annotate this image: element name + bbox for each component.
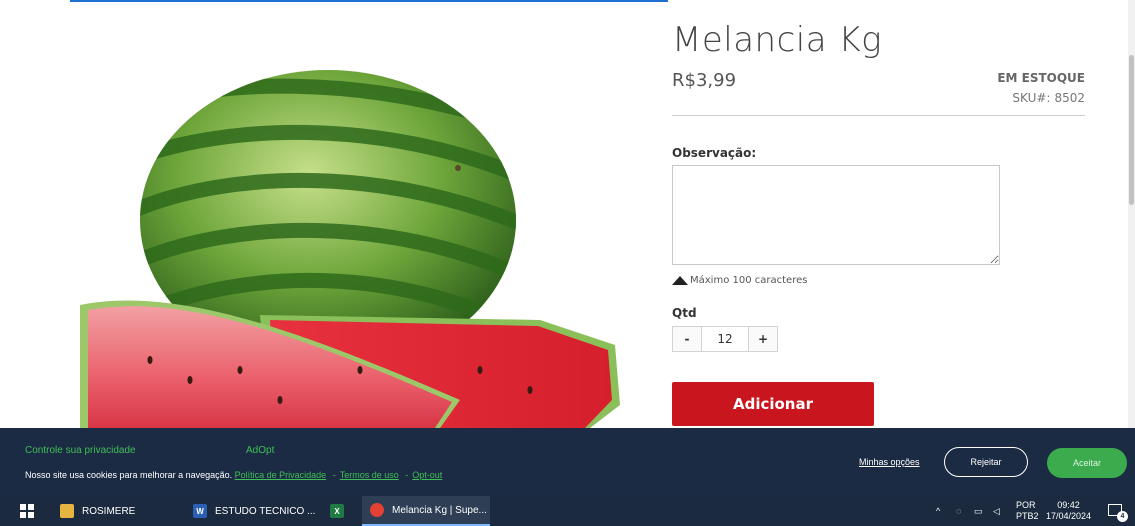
cookie-brand: AdOpt: [246, 445, 275, 456]
scrollbar-thumb[interactable]: [1129, 55, 1134, 205]
reject-button[interactable]: Rejeitar: [944, 447, 1028, 477]
triangle-up-icon: [672, 275, 688, 285]
network-icon[interactable]: ▭: [974, 496, 983, 526]
taskbar-item-label: Melancia Kg | Supe...: [392, 504, 487, 516]
language-indicator[interactable]: POR PTB2: [1016, 500, 1039, 522]
observation-label: Observação:: [672, 146, 757, 160]
observation-textarea[interactable]: [672, 165, 1000, 265]
quantity-input[interactable]: 12: [702, 326, 748, 352]
add-to-cart-button[interactable]: Adicionar: [672, 382, 874, 426]
taskbar-item-label: ESTUDO TECNICO ...: [215, 505, 316, 517]
folder-icon: [60, 504, 74, 518]
taskbar-item-chrome[interactable]: Melancia Kg | Supe...: [362, 496, 490, 526]
my-options-link[interactable]: Minhas opções: [859, 457, 920, 467]
cookie-text: Nosso site usa cookies para melhorar a n…: [25, 470, 442, 480]
taskbar-item-word[interactable]: W ESTUDO TECNICO ...: [193, 496, 315, 526]
excel-icon: X: [330, 504, 344, 518]
windows-start-icon[interactable]: [20, 504, 34, 518]
increment-button[interactable]: +: [748, 326, 778, 352]
cookie-message: Nosso site usa cookies para melhorar a n…: [25, 470, 233, 480]
sku: SKU#: 8502: [1008, 91, 1085, 105]
clock-time: 09:42: [1057, 500, 1080, 510]
tray-chevron-up-icon[interactable]: ^: [936, 496, 940, 526]
taskbar-item-folder[interactable]: ROSIMERE: [60, 496, 135, 526]
sku-label: SKU#:: [1012, 91, 1051, 105]
separator: -: [332, 470, 336, 480]
optout-link[interactable]: Opt-out: [412, 470, 442, 480]
taskbar: ROSIMERE W ESTUDO TECNICO ... X Melancia…: [0, 496, 1135, 526]
max-chars-text: Máximo 100 caracteres: [690, 275, 808, 286]
product-title: Melancia Kg: [672, 20, 883, 60]
divider: [672, 115, 1085, 116]
word-icon: W: [193, 504, 207, 518]
tray-device-icon[interactable]: ◌: [956, 496, 961, 526]
terms-link[interactable]: Termos de uso: [340, 470, 399, 480]
sku-value: 8502: [1054, 91, 1085, 105]
cookie-banner: Controle sua privacidade AdOpt Nosso sit…: [0, 428, 1135, 496]
language-code: POR: [1016, 500, 1036, 510]
product-price: R$3,99: [672, 70, 737, 91]
taskbar-item-excel[interactable]: X: [330, 496, 352, 526]
decrement-button[interactable]: -: [672, 326, 702, 352]
privacy-policy-link[interactable]: Política de Privacidade: [235, 470, 327, 480]
stock-status: EM ESTOQUE: [997, 71, 1085, 85]
keyboard-layout: PTB2: [1016, 511, 1039, 521]
quantity-label: Qtd: [672, 306, 697, 320]
taskbar-item-label: ROSIMERE: [82, 505, 136, 517]
quantity-stepper: - 12 +: [672, 326, 778, 352]
max-chars-hint: Máximo 100 caracteres: [672, 275, 807, 286]
clock[interactable]: 09:42 17/04/2024: [1046, 500, 1091, 522]
loading-bar: [70, 0, 668, 2]
chrome-icon: [370, 503, 384, 517]
accept-button[interactable]: Aceitar: [1047, 448, 1127, 478]
notification-count: 4: [1117, 511, 1128, 522]
clock-date: 17/04/2024: [1046, 511, 1092, 521]
watermelon-image: [80, 70, 620, 428]
cookie-title: Controle sua privacidade: [25, 445, 136, 456]
separator: -: [405, 470, 409, 480]
volume-muted-icon[interactable]: ◁: [993, 496, 1000, 526]
